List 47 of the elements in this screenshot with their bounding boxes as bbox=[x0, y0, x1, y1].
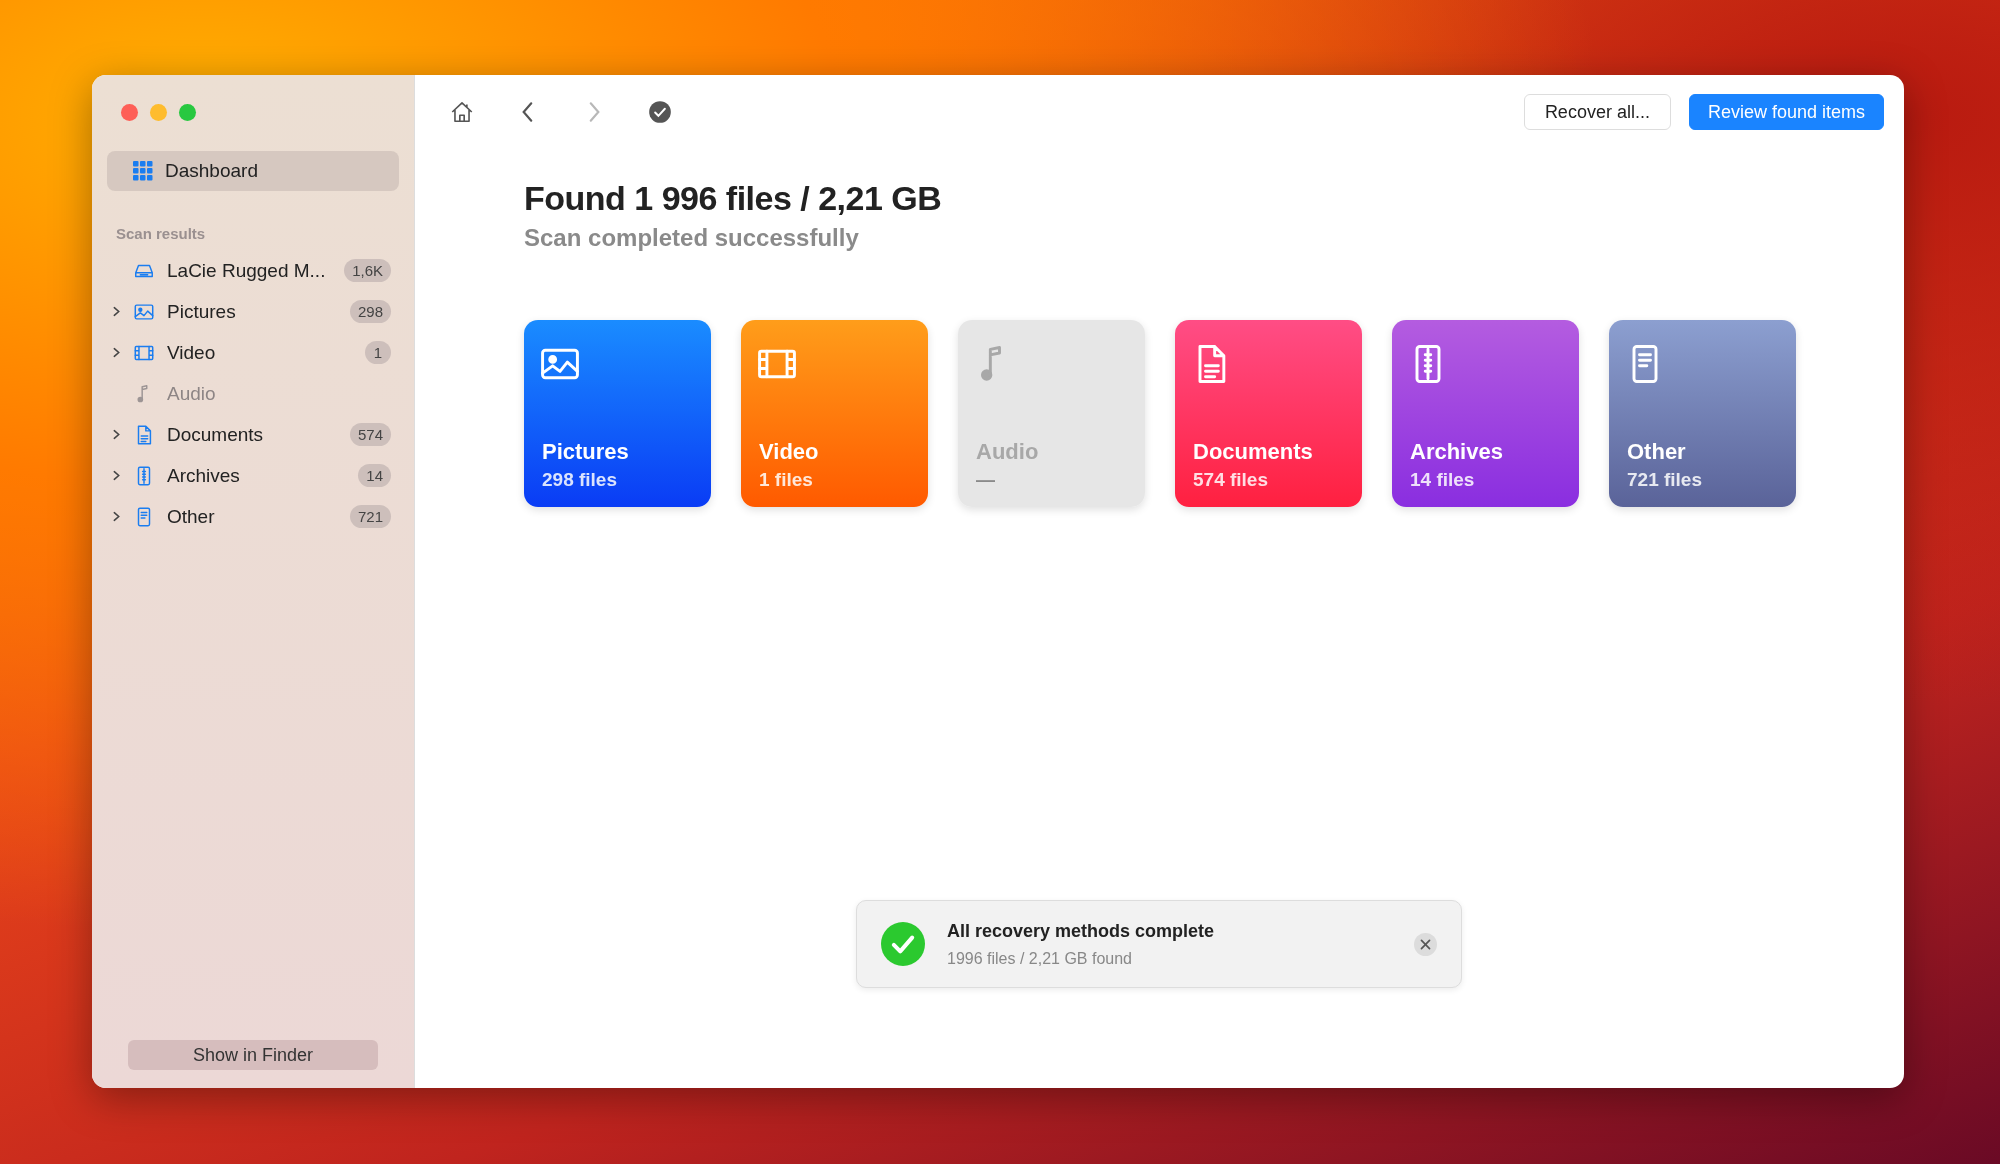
count-badge: 1,6K bbox=[344, 259, 391, 282]
file-count: 1 files bbox=[759, 469, 814, 491]
card-title: Video bbox=[759, 439, 820, 465]
category-card[interactable]: Other 721 files bbox=[1609, 320, 1796, 507]
category-card[interactable]: Pictures 298 files bbox=[524, 320, 711, 507]
count-badge: 1 bbox=[365, 341, 391, 364]
success-check-icon bbox=[881, 922, 925, 966]
file-count: 721 files bbox=[1627, 469, 1703, 491]
card-title: Pictures bbox=[542, 439, 630, 465]
card-title: Other bbox=[1627, 439, 1687, 465]
recover-all-button[interactable]: Recover all... bbox=[1523, 94, 1671, 130]
home-icon bbox=[449, 99, 475, 125]
file-count: 298 files bbox=[542, 469, 618, 491]
close-icon[interactable] bbox=[1414, 932, 1437, 956]
scan-status: Scan completed successfully bbox=[524, 224, 860, 252]
count-badge: 14 bbox=[358, 464, 391, 487]
toast-title: All recovery methods complete bbox=[947, 920, 1215, 942]
sidebar-item[interactable]: Pictures 298 bbox=[107, 291, 399, 332]
file-count: 14 files bbox=[1410, 469, 1476, 491]
expand-chevron-icon[interactable] bbox=[111, 347, 122, 358]
expand-chevron-icon[interactable] bbox=[111, 306, 122, 317]
file-count: — bbox=[976, 469, 996, 491]
file-count: 574 files bbox=[1193, 469, 1269, 491]
expand-chevron-icon[interactable] bbox=[111, 511, 122, 522]
expand-chevron-icon[interactable] bbox=[111, 429, 122, 440]
checkmark-circle-icon bbox=[647, 99, 673, 125]
grid-icon bbox=[133, 161, 153, 181]
show-in-finder-button[interactable]: Show in Finder bbox=[128, 1040, 378, 1070]
sidebar-item[interactable]: Other 721 bbox=[107, 496, 399, 537]
count-badge: 574 bbox=[349, 423, 391, 446]
sidebar-item[interactable]: Archives 14 bbox=[107, 455, 399, 496]
category-card[interactable]: Documents 574 files bbox=[1175, 320, 1362, 507]
card-title: Documents bbox=[1193, 439, 1314, 465]
sidebar-item[interactable]: Documents 574 bbox=[107, 414, 399, 455]
category-card[interactable]: Archives 14 files bbox=[1392, 320, 1579, 507]
count-badge: 721 bbox=[349, 505, 391, 528]
card-title: Audio bbox=[976, 439, 1040, 465]
card-title: Archives bbox=[1410, 439, 1504, 465]
dashboard-item[interactable]: Dashboard bbox=[107, 151, 399, 191]
section-heading: Scan results bbox=[116, 225, 207, 242]
review-button[interactable]: Review found items bbox=[1688, 94, 1884, 130]
expand-chevron-icon[interactable] bbox=[111, 470, 122, 481]
count-badge: 298 bbox=[349, 300, 391, 323]
sidebar-item[interactable]: Video 1 bbox=[107, 332, 399, 373]
sidebar-item[interactable]: LaCie Rugged M... 1,6K bbox=[107, 250, 399, 291]
results-title: Found 1 996 files / 2,21 GB bbox=[524, 179, 943, 218]
toast-detail: 1996 files / 2,21 GB found bbox=[947, 949, 1133, 968]
